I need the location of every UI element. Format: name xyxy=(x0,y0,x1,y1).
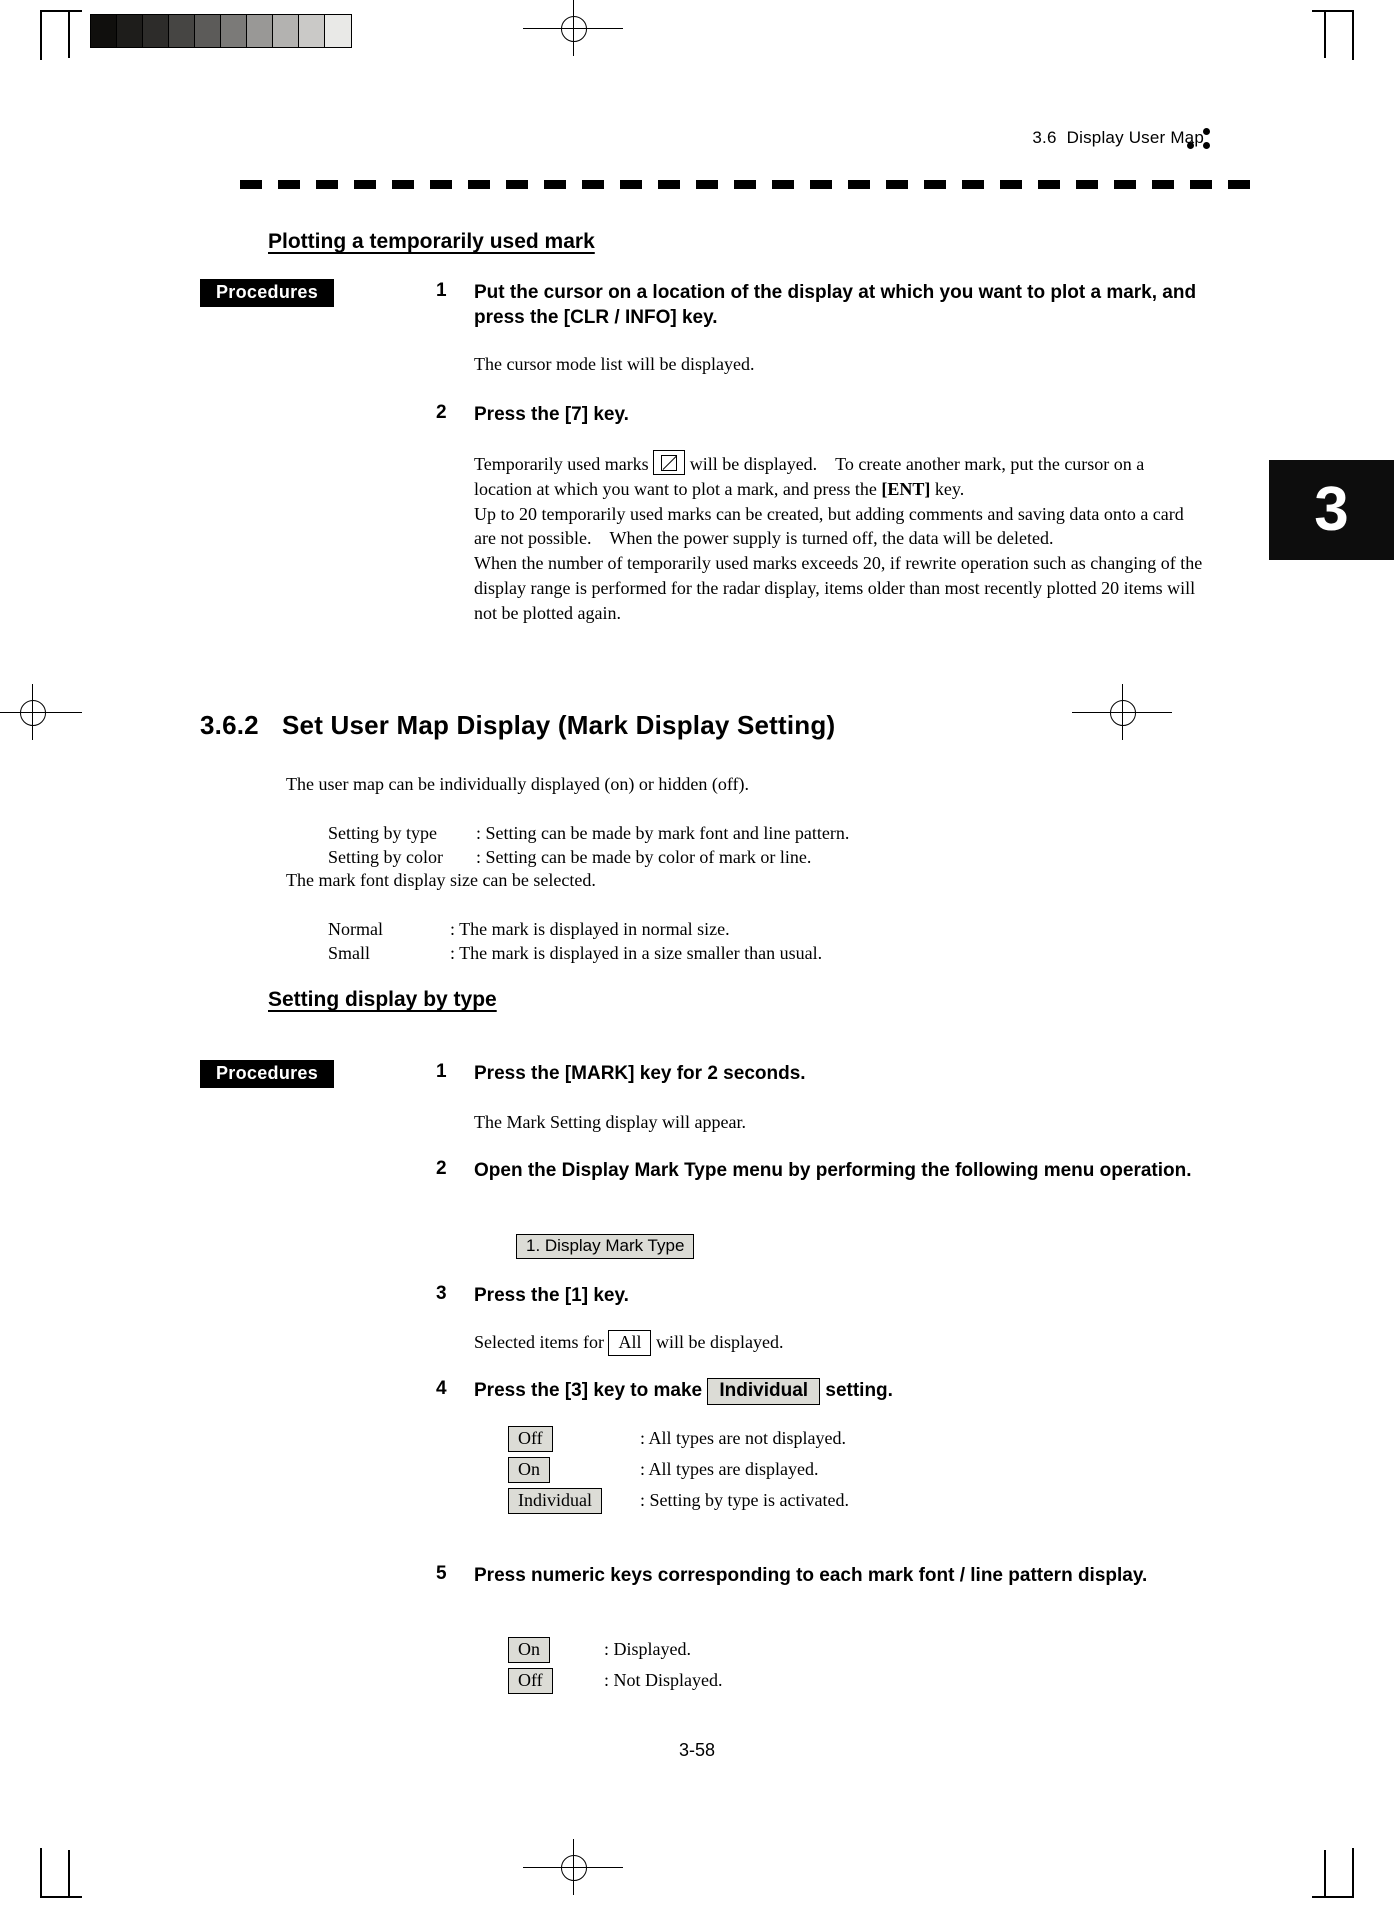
definition-term: Small xyxy=(328,942,371,963)
menu-chip-display-mark-type[interactable]: 1. Display Mark Type xyxy=(516,1234,695,1259)
grayscale-swatch xyxy=(143,15,169,47)
value-chip-off[interactable]: Off xyxy=(508,1668,553,1694)
grayscale-swatch xyxy=(299,15,325,47)
procedures-badge-2: Procedures xyxy=(200,1060,335,1088)
grayscale-swatch xyxy=(247,15,273,47)
paragraph-text-tail: key. xyxy=(934,478,965,499)
grayscale-swatch xyxy=(195,15,221,47)
value-chip-on[interactable]: On xyxy=(508,1637,550,1663)
option-row: On : All types are displayed. xyxy=(508,1457,818,1483)
paragraph: When the number of temporarily used mark… xyxy=(474,553,1203,623)
definition-row: Small : The mark is displayed in a size s… xyxy=(310,916,822,990)
value-chip-on[interactable]: On xyxy=(508,1457,550,1483)
crop-mark-top-right-bar xyxy=(1324,10,1326,58)
option-description: : Displayed. xyxy=(604,1639,691,1660)
section-intro-1: The user map can be individually display… xyxy=(286,774,750,794)
step-title: Press the [MARK] key for 2 seconds. xyxy=(474,1063,806,1084)
option-description: : All types are not displayed. xyxy=(640,1428,846,1449)
section-heading-text: Set User Map Display (Mark Display Setti… xyxy=(282,710,836,740)
step-title: Press the [7] key. xyxy=(474,404,629,425)
section-number: 3.6.2 xyxy=(200,710,259,740)
page-number: 3-58 xyxy=(678,1740,716,1760)
paragraph: Temporarily used marks will be displayed… xyxy=(474,450,1204,502)
option-row: On : Displayed. xyxy=(508,1637,691,1663)
step-body: The Mark Setting display will appear. xyxy=(474,1112,746,1132)
crop-mark-top-left-bar xyxy=(68,10,70,58)
grayscale-swatch xyxy=(221,15,247,47)
step-number: 3 xyxy=(436,1283,447,1304)
step-title: Open the Display Mark Type menu by perfo… xyxy=(474,1160,1192,1181)
chapter-tab-number: 3 xyxy=(1314,475,1349,544)
crop-mark-top-right xyxy=(1312,10,1354,60)
definition-desc: : Setting can be made by color of mark o… xyxy=(476,846,812,867)
option-row: Individual : Setting by type is activate… xyxy=(508,1488,849,1514)
header-dots-icon xyxy=(1183,128,1223,158)
grayscale-swatch xyxy=(325,15,351,47)
step-title: Press the [3] key to make Individual set… xyxy=(474,1378,1234,1405)
subsection-heading-plotting-mark: Plotting a temporarily used mark xyxy=(268,230,595,253)
step-title: Press the [1] key. xyxy=(474,1285,629,1306)
chapter-tab: 3 xyxy=(1269,460,1394,560)
step-number: 1 xyxy=(436,280,447,301)
step-title: Put the cursor on a location of the disp… xyxy=(474,282,1197,329)
step-body: The cursor mode list will be displayed. xyxy=(474,354,755,374)
step-number: 1 xyxy=(436,1061,447,1082)
crop-mark-bottom-left-bar xyxy=(68,1850,70,1898)
step-title: Press numeric keys corresponding to each… xyxy=(474,1565,1148,1586)
crop-mark-bottom-right-bar xyxy=(1324,1850,1326,1898)
crop-mark-bottom-left xyxy=(40,1848,82,1898)
grayscale-swatch xyxy=(117,15,143,47)
body-text-before: Selected items for xyxy=(474,1332,604,1352)
grayscale-calibration-strip xyxy=(90,14,352,48)
value-chip-all[interactable]: All xyxy=(608,1330,652,1356)
grayscale-swatch xyxy=(169,15,195,47)
value-chip-individual[interactable]: Individual xyxy=(707,1378,821,1405)
option-row: Off : Not Displayed. xyxy=(508,1668,723,1694)
procedures-badge-1: Procedures xyxy=(200,279,335,307)
step-number: 5 xyxy=(436,1563,447,1584)
option-row: Off : All types are not displayed. xyxy=(508,1426,846,1452)
step-number: 4 xyxy=(436,1378,447,1399)
paragraph-text-before: Temporarily used marks xyxy=(474,454,649,474)
menu-path-chip-wrapper: 1. Display Mark Type xyxy=(516,1234,695,1259)
grayscale-swatch xyxy=(91,15,117,47)
temporary-mark-glyph-icon xyxy=(653,450,686,475)
subsection-heading-setting-display-by-type: Setting display by type xyxy=(268,988,497,1011)
value-chip-off[interactable]: Off xyxy=(508,1426,553,1452)
definition-term: Setting by color xyxy=(328,846,443,867)
body-text-after: will be displayed. xyxy=(655,1332,784,1352)
header-dashed-rule xyxy=(240,180,1250,189)
option-description: : All types are displayed. xyxy=(640,1459,819,1480)
step-number: 2 xyxy=(436,402,447,423)
step-title-before: Press the [3] key to make xyxy=(474,1380,703,1401)
crop-mark-top-left xyxy=(40,10,82,60)
step-body: Selected items for All will be displayed… xyxy=(474,1330,1194,1356)
section-intro-2: The mark font display size can be select… xyxy=(286,870,596,890)
step-body-paragraphs: Temporarily used marks will be displayed… xyxy=(474,450,1204,626)
paragraph: Up to 20 temporarily used marks can be c… xyxy=(474,503,1184,549)
step-number: 2 xyxy=(436,1158,447,1179)
header-section-number: 3.6 xyxy=(1032,128,1057,147)
value-chip-individual[interactable]: Individual xyxy=(508,1488,602,1514)
option-description: : Setting by type is activated. xyxy=(640,1490,849,1511)
option-description: : Not Displayed. xyxy=(604,1670,723,1691)
section-title-3-6-2: 3.6.2 Set User Map Display (Mark Display … xyxy=(200,710,835,741)
crop-mark-bottom-right xyxy=(1312,1848,1354,1898)
grayscale-swatch xyxy=(273,15,299,47)
definition-desc: : The mark is displayed in a size smalle… xyxy=(450,942,823,963)
key-name-ent: [ENT] xyxy=(881,478,931,499)
step-title-after: setting. xyxy=(825,1380,893,1401)
